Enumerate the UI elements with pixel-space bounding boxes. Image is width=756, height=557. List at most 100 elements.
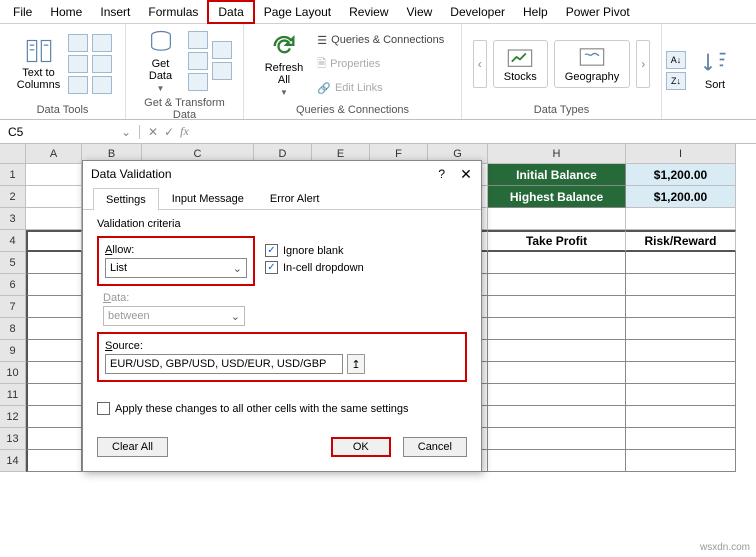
ok-button[interactable]: OK xyxy=(331,437,391,457)
row-header-11[interactable]: 11 xyxy=(0,384,26,406)
cell[interactable] xyxy=(626,450,736,472)
enter-formula-icon[interactable]: ✓ xyxy=(164,125,174,139)
cell[interactable] xyxy=(626,406,736,428)
cell[interactable] xyxy=(626,428,736,450)
data-types-next[interactable]: › xyxy=(636,40,650,88)
col-A[interactable]: A xyxy=(26,144,82,164)
row-header-9[interactable]: 9 xyxy=(0,340,26,362)
col-I[interactable]: I xyxy=(626,144,736,164)
cell[interactable]: $1,200.00 xyxy=(626,186,736,208)
cell[interactable] xyxy=(626,296,736,318)
menu-home[interactable]: Home xyxy=(41,2,91,22)
cell[interactable] xyxy=(26,186,82,208)
row-header-10[interactable]: 10 xyxy=(0,362,26,384)
from-web-button[interactable] xyxy=(188,52,208,70)
row-header-13[interactable]: 13 xyxy=(0,428,26,450)
sort-button[interactable]: Sort xyxy=(692,47,738,93)
row-header-6[interactable]: 6 xyxy=(0,274,26,296)
ignore-blank-checkbox[interactable]: ✓ Ignore blank xyxy=(265,244,364,257)
cell[interactable] xyxy=(626,274,736,296)
menu-insert[interactable]: Insert xyxy=(91,2,139,22)
cell[interactable] xyxy=(626,318,736,340)
cell[interactable] xyxy=(26,340,82,362)
dialog-titlebar[interactable]: Data Validation ? ✕ xyxy=(83,161,481,187)
tab-input-message[interactable]: Input Message xyxy=(159,187,257,209)
row-header-7[interactable]: 7 xyxy=(0,296,26,318)
incell-dropdown-checkbox[interactable]: ✓ In-cell dropdown xyxy=(265,261,364,274)
cell[interactable] xyxy=(26,252,82,274)
cell[interactable]: Highest Balance xyxy=(488,186,626,208)
menu-file[interactable]: File xyxy=(4,2,41,22)
cell[interactable] xyxy=(488,274,626,296)
text-to-columns-button[interactable]: Text to Columns xyxy=(13,35,64,93)
row-header-2[interactable]: 2 xyxy=(0,186,26,208)
clear-all-button[interactable]: Clear All xyxy=(97,437,168,457)
data-model-button[interactable] xyxy=(92,76,112,94)
cancel-button[interactable]: Cancel xyxy=(403,437,467,457)
recent-sources-button[interactable] xyxy=(212,41,232,59)
cell[interactable] xyxy=(26,450,82,472)
existing-conn-button[interactable] xyxy=(212,62,232,80)
menu-view[interactable]: View xyxy=(398,2,442,22)
cell[interactable] xyxy=(488,384,626,406)
menu-data[interactable]: Data xyxy=(207,0,254,24)
geography-button[interactable]: Geography xyxy=(554,40,630,88)
remove-duplicates-button[interactable] xyxy=(68,55,88,73)
row-header-4[interactable]: 4 xyxy=(0,230,26,252)
source-range-button[interactable]: ↥ xyxy=(347,354,365,374)
cell[interactable] xyxy=(488,428,626,450)
tab-error-alert[interactable]: Error Alert xyxy=(257,187,333,209)
col-H[interactable]: H xyxy=(488,144,626,164)
apply-all-checkbox[interactable]: Apply these changes to all other cells w… xyxy=(97,402,467,415)
cell[interactable] xyxy=(626,208,736,230)
select-all-corner[interactable] xyxy=(0,144,26,164)
row-header-12[interactable]: 12 xyxy=(0,406,26,428)
cell[interactable] xyxy=(488,340,626,362)
data-validation-button[interactable] xyxy=(68,76,88,94)
cell[interactable] xyxy=(26,274,82,296)
relationships-button[interactable] xyxy=(92,55,112,73)
row-header-1[interactable]: 1 xyxy=(0,164,26,186)
menu-review[interactable]: Review xyxy=(340,2,397,22)
dialog-close-button[interactable]: ✕ xyxy=(459,167,473,181)
sort-desc-button[interactable]: Z↓ xyxy=(666,72,686,90)
name-box[interactable]: C5 ⌄ xyxy=(0,125,140,139)
cell[interactable] xyxy=(488,252,626,274)
cell[interactable] xyxy=(488,450,626,472)
data-types-prev[interactable]: ‹ xyxy=(473,40,487,88)
cell[interactable] xyxy=(488,296,626,318)
cell[interactable] xyxy=(488,208,626,230)
flash-fill-button[interactable] xyxy=(68,34,88,52)
cell[interactable] xyxy=(26,362,82,384)
tab-settings[interactable]: Settings xyxy=(93,188,159,210)
cell[interactable] xyxy=(26,230,82,252)
cell[interactable] xyxy=(626,340,736,362)
menu-formulas[interactable]: Formulas xyxy=(139,2,207,22)
allow-combo[interactable]: List ⌄ xyxy=(105,258,247,278)
cell[interactable] xyxy=(626,384,736,406)
row-header-5[interactable]: 5 xyxy=(0,252,26,274)
fx-icon[interactable]: fx xyxy=(180,124,189,139)
cell[interactable] xyxy=(26,384,82,406)
sort-asc-button[interactable]: A↓ xyxy=(666,51,686,69)
cell[interactable] xyxy=(26,208,82,230)
cell[interactable] xyxy=(626,252,736,274)
consolidate-button[interactable] xyxy=(92,34,112,52)
row-header-14[interactable]: 14 xyxy=(0,450,26,472)
stocks-button[interactable]: Stocks xyxy=(493,40,548,88)
from-table-button[interactable] xyxy=(188,73,208,91)
refresh-all-button[interactable]: Refresh All ▼ xyxy=(261,30,308,99)
cell[interactable] xyxy=(488,406,626,428)
cell[interactable] xyxy=(26,164,82,186)
cell[interactable]: Risk/Reward xyxy=(626,230,736,252)
queries-connections-button[interactable]: ☰Queries & Connections xyxy=(317,32,444,49)
cancel-formula-icon[interactable]: ✕ xyxy=(148,125,158,139)
menu-help[interactable]: Help xyxy=(514,2,557,22)
cell[interactable] xyxy=(626,362,736,384)
row-header-3[interactable]: 3 xyxy=(0,208,26,230)
cell[interactable]: Initial Balance xyxy=(488,164,626,186)
row-header-8[interactable]: 8 xyxy=(0,318,26,340)
cell[interactable] xyxy=(488,362,626,384)
source-input[interactable]: EUR/USD, GBP/USD, USD/EUR, USD/GBP xyxy=(105,354,343,374)
cell[interactable] xyxy=(26,428,82,450)
